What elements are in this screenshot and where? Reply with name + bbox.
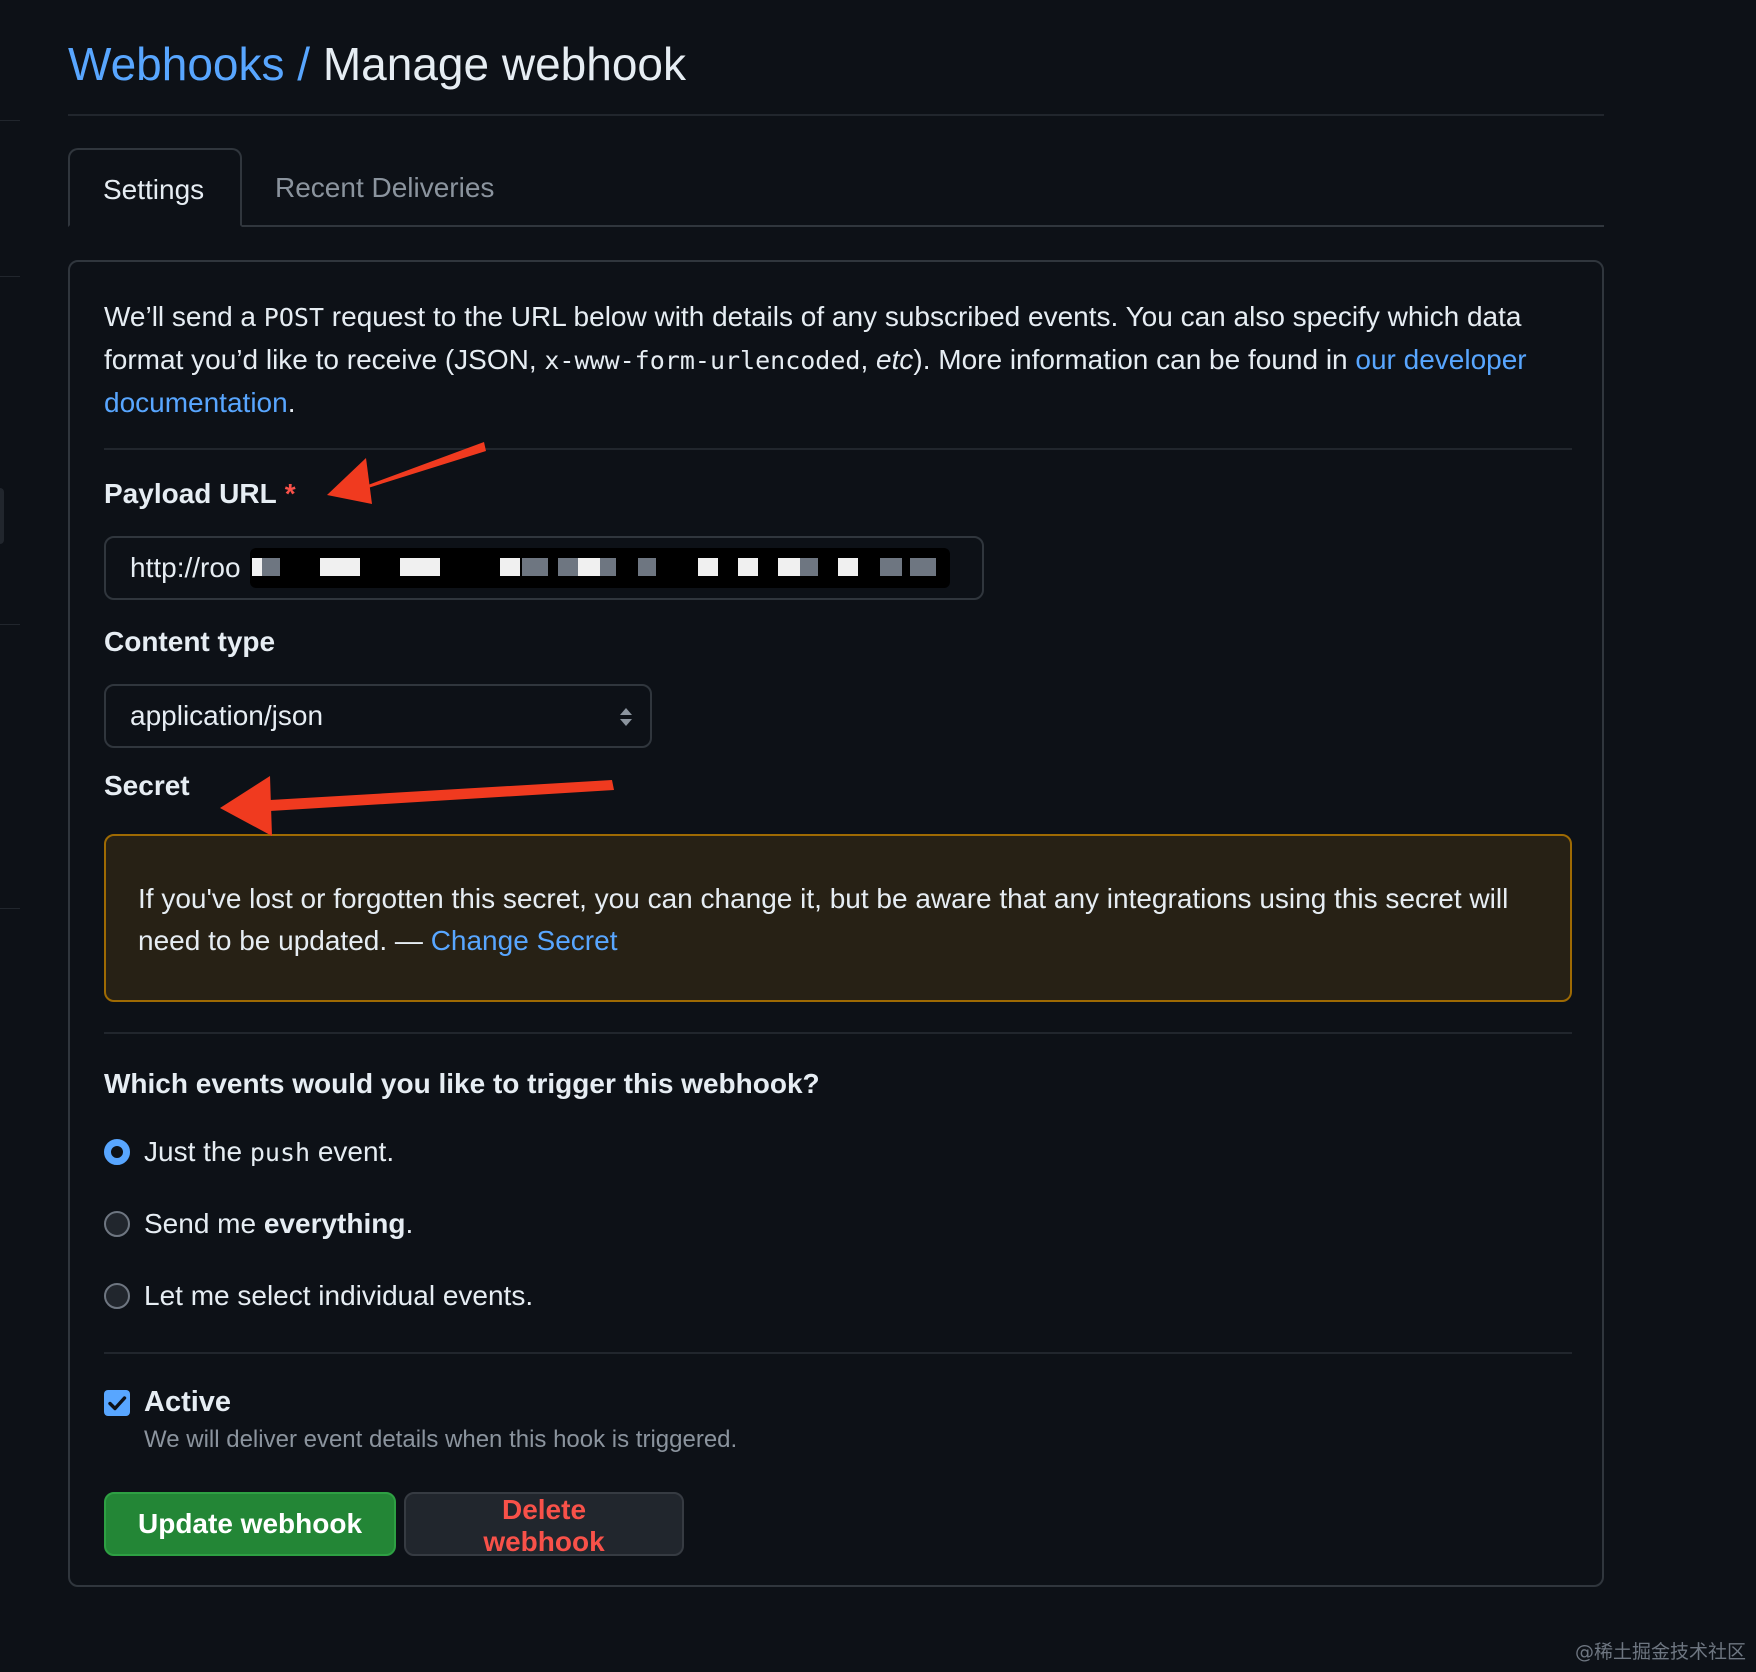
secret-label: Secret: [104, 770, 190, 801]
intro-text-part: ). More information can be found in: [913, 344, 1356, 375]
radio-label-part: Send me: [144, 1208, 264, 1239]
radio-label-part: .: [405, 1208, 414, 1239]
radio-push-label: Just the push event.: [144, 1132, 394, 1173]
radio-unselected-icon[interactable]: [104, 1283, 130, 1309]
sidebar-edge: [0, 624, 20, 625]
select-arrows-icon: [620, 708, 632, 726]
content-type-label: Content type: [104, 626, 276, 657]
content-type-selected-value: application/json: [130, 700, 324, 731]
header-divider: [68, 114, 1604, 116]
sidebar-edge: [0, 120, 20, 121]
sidebar-edge: [0, 908, 20, 909]
secret-warning-text: If you've lost or forgotten this secret,…: [138, 883, 1509, 956]
events-question: Which events would you like to trigger t…: [104, 1068, 820, 1099]
checkmark-icon: [108, 1396, 127, 1411]
breadcrumb-webhooks-link[interactable]: Webhooks: [68, 38, 285, 90]
webhook-settings-form: We’ll send a POST request to the URL bel…: [68, 260, 1604, 1587]
intro-text-part: We’ll send a: [104, 301, 264, 332]
radio-label-part: Just the: [144, 1136, 250, 1167]
radio-label-bold: everything: [263, 1208, 406, 1239]
page-title-text: Manage webhook: [322, 38, 687, 90]
intro-format-code: x-www-form-urlencoded: [544, 346, 861, 375]
change-secret-link[interactable]: Change Secret: [431, 925, 618, 956]
section-divider: [104, 1032, 1572, 1034]
watermark: @稀土掘金技术社区: [1574, 1641, 1746, 1663]
payload-url-input[interactable]: [104, 536, 984, 600]
payload-url-label-text: Payload URL: [104, 478, 277, 509]
breadcrumb-separator: /: [297, 38, 311, 90]
required-marker: *: [284, 478, 296, 509]
intro-text-part: .: [287, 387, 296, 418]
page-title: Webhooks / Manage webhook: [68, 34, 686, 94]
update-webhook-button[interactable]: Update webhook: [104, 1492, 396, 1556]
radio-individual-label: Let me select individual events.: [144, 1280, 534, 1311]
tab-bar: Settings Recent Deliveries: [68, 148, 1604, 227]
radio-label-part: event.: [310, 1136, 395, 1167]
radio-selected-icon[interactable]: [104, 1139, 130, 1165]
tab-recent-deliveries[interactable]: Recent Deliveries: [242, 148, 527, 227]
section-divider: [104, 1352, 1572, 1354]
radio-unselected-icon[interactable]: [104, 1211, 130, 1237]
intro-text: We’ll send a POST request to the URL bel…: [104, 296, 1572, 424]
intro-method-code: POST: [263, 303, 325, 332]
active-description: We will deliver event details when this …: [144, 1426, 738, 1453]
secret-warning-notice: If you've lost or forgotten this secret,…: [104, 834, 1572, 1002]
sidebar-edge: [0, 276, 20, 277]
section-divider: [104, 448, 1572, 450]
active-label: Active: [144, 1386, 232, 1418]
sidebar-edge: [0, 488, 4, 544]
tab-settings[interactable]: Settings: [68, 148, 242, 227]
intro-etc: etc: [876, 344, 914, 375]
radio-everything-label: Send me everything.: [144, 1204, 413, 1244]
push-code: push: [249, 1138, 311, 1167]
delete-webhook-button[interactable]: Delete webhook: [404, 1492, 684, 1557]
payload-url-label: Payload URL *: [104, 474, 296, 514]
intro-text-part: ,: [860, 344, 877, 375]
content-type-select[interactable]: application/json: [104, 684, 652, 748]
active-checkbox[interactable]: [104, 1390, 130, 1416]
